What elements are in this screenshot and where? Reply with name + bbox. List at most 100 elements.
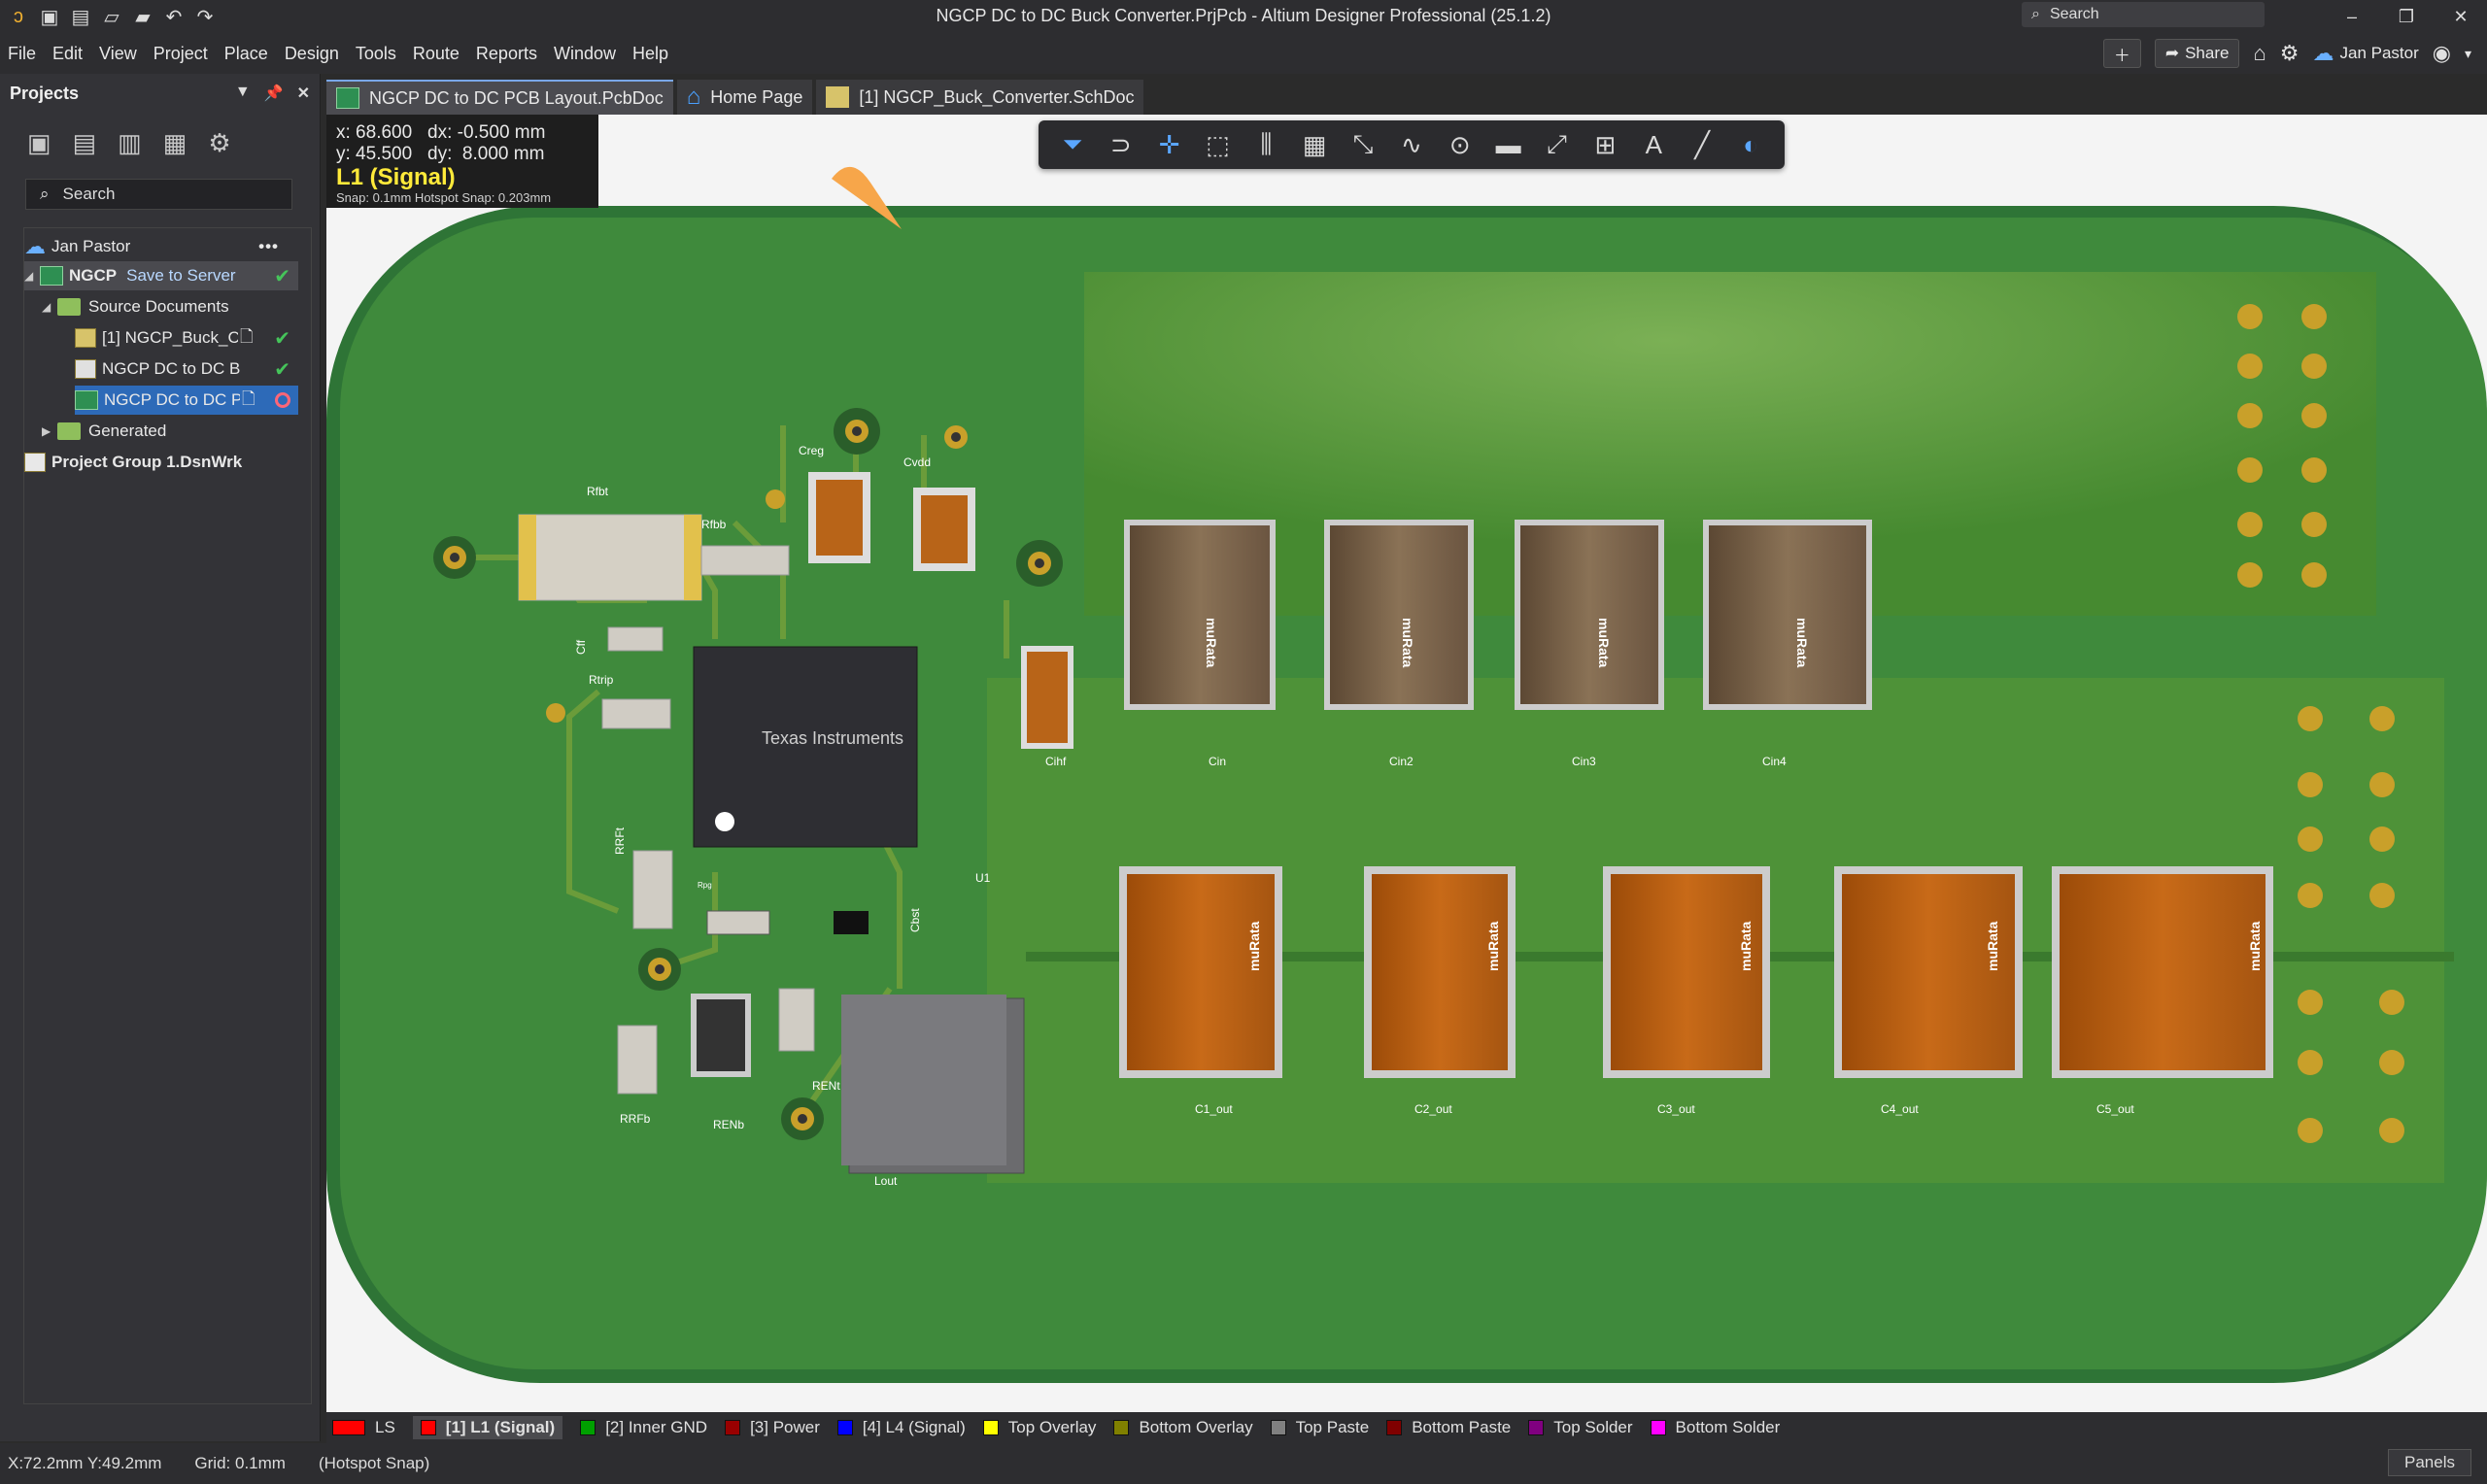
measure-icon[interactable]: ⤢: [1540, 129, 1575, 160]
chevron-down-icon[interactable]: ▾: [2465, 46, 2471, 62]
crosshair-icon[interactable]: ✛: [1152, 130, 1187, 160]
layer-label: [2] Inner GND: [605, 1418, 708, 1436]
open-folder-icon[interactable]: ▥: [118, 128, 142, 158]
layer-label: Top Overlay: [1007, 1418, 1097, 1436]
label-c2-out: C2_out: [1414, 1102, 1452, 1116]
pcb-workspace[interactable]: Texas Instruments muRata muRata muRata m…: [326, 115, 2487, 1412]
new-comment-button[interactable]: ＋: [2102, 39, 2141, 68]
save-icon[interactable]: ▣: [37, 4, 62, 29]
pcb-canvas[interactable]: Texas Instruments muRata muRata muRata m…: [326, 115, 2487, 1412]
tab-layer-top-paste[interactable]: Top Paste: [1270, 1418, 1370, 1437]
home-icon[interactable]: ⌂: [2253, 41, 2266, 66]
save-project-icon[interactable]: ▣: [27, 128, 51, 158]
tab-layer-l1[interactable]: [1] L1 (Signal): [412, 1416, 563, 1439]
tab-layer-inner-gnd[interactable]: [2] Inner GND: [580, 1418, 707, 1437]
project-settings-icon[interactable]: ⚙: [208, 128, 230, 158]
open-project-icon[interactable]: ▰: [130, 4, 155, 29]
minimize-button[interactable]: –: [2330, 0, 2374, 33]
tree-doc-pcb[interactable]: NGCP DC to DC P 🗋: [75, 386, 298, 415]
user-account[interactable]: ☁ Jan Pastor: [2313, 41, 2419, 66]
panel-menu-icon[interactable]: ▼: [235, 84, 251, 103]
undo-icon[interactable]: ↶: [161, 4, 187, 29]
magnet-icon[interactable]: ⊃: [1104, 130, 1139, 160]
open-icon[interactable]: ▱: [99, 4, 124, 29]
cap-brand-c3: muRata: [1738, 921, 1754, 971]
modified-icon: [275, 392, 290, 408]
tree-source-folder[interactable]: ◢ Source Documents: [42, 292, 229, 321]
fill-icon[interactable]: ▬: [1491, 130, 1526, 160]
close-panel-icon[interactable]: ✕: [297, 84, 310, 103]
global-search[interactable]: ⌕ Search: [2022, 2, 2265, 27]
menu-reports[interactable]: Reports: [476, 44, 537, 64]
tree-project[interactable]: ◢ NGCP Save to Server ✔: [24, 261, 298, 290]
menu-file[interactable]: File: [8, 44, 36, 64]
tree-user[interactable]: ☁ Jan Pastor •••: [24, 232, 287, 261]
route-icon[interactable]: ⤡: [1346, 129, 1380, 160]
menu-design[interactable]: Design: [285, 44, 339, 64]
cbst-body: [834, 911, 869, 934]
save-all-project-icon[interactable]: ▤: [73, 128, 97, 158]
tab-layer-power[interactable]: [3] Power: [725, 1418, 820, 1437]
tab-layer-top-overlay[interactable]: Top Overlay: [982, 1418, 1097, 1437]
diff-pair-icon[interactable]: ∿: [1394, 130, 1429, 160]
tab-layer-bottom-overlay[interactable]: Bottom Overlay: [1113, 1418, 1253, 1437]
tab-layer-l4[interactable]: [4] L4 (Signal): [836, 1418, 966, 1437]
rfbb-body: [700, 545, 790, 576]
panels-button[interactable]: Panels: [2388, 1449, 2471, 1476]
dimension-icon[interactable]: ⊞: [1587, 130, 1622, 160]
collapse-icon[interactable]: ◢: [24, 269, 40, 283]
tree-doc-schematic[interactable]: [1] NGCP_Buck_Cc 🗋 ✔: [75, 323, 298, 353]
heads-up-display: x: 68.600 dx: -0.500 mm y: 45.500 dy: 8.…: [326, 115, 598, 208]
redo-icon[interactable]: ↷: [192, 4, 218, 29]
tab-pcb-layout[interactable]: NGCP DC to DC PCB Layout.PcbDoc: [326, 80, 673, 115]
text-icon[interactable]: A: [1636, 130, 1671, 160]
pin1-marker: [715, 812, 734, 831]
tab-layer-top-solder[interactable]: Top Solder: [1528, 1418, 1633, 1437]
tab-schematic[interactable]: [1] NGCP_Buck_Converter.SchDoc: [816, 80, 1144, 115]
tree-doc-bom[interactable]: NGCP DC to DC B ✔: [75, 354, 298, 384]
close-window-button[interactable]: ✕: [2438, 0, 2483, 33]
save-to-server-link[interactable]: Save to Server: [126, 266, 235, 286]
menu-tools[interactable]: Tools: [356, 44, 396, 64]
user-avatar-icon[interactable]: ◉: [2433, 41, 2451, 66]
menu-place[interactable]: Place: [224, 44, 268, 64]
menu-route[interactable]: Route: [413, 44, 460, 64]
expand-icon[interactable]: ▶: [42, 424, 57, 438]
save-all-icon[interactable]: ▤: [68, 4, 93, 29]
label-rrft: RRFt: [613, 826, 627, 855]
3d-body-icon[interactable]: ◐: [1733, 130, 1768, 160]
tab-home-page[interactable]: ⌂ Home Page: [676, 80, 813, 115]
tab-layer-bottom-solder[interactable]: Bottom Solder: [1650, 1418, 1780, 1437]
pcb-icon: [75, 390, 98, 410]
menu-window[interactable]: Window: [554, 44, 616, 64]
pin-icon[interactable]: 📌: [264, 84, 284, 103]
filter-icon[interactable]: ⏷: [1055, 129, 1090, 160]
tree-user-label: Jan Pastor: [51, 237, 131, 255]
layer-swatch: [725, 1420, 741, 1435]
component-icon[interactable]: ▦: [1297, 130, 1332, 160]
via-icon[interactable]: ⊙: [1443, 130, 1478, 160]
menu-edit[interactable]: Edit: [52, 44, 83, 64]
projects-search-input[interactable]: ⌕ Search: [25, 179, 292, 210]
line-icon[interactable]: ╱: [1685, 130, 1720, 160]
user-name: Jan Pastor: [2339, 44, 2419, 62]
restore-button[interactable]: ❐: [2384, 0, 2429, 33]
tree-project-group[interactable]: Project Group 1.DsnWrk: [24, 448, 242, 477]
document-icon: 🗋: [242, 388, 256, 408]
global-search-label: Search: [2049, 6, 2099, 22]
tree-generated-folder[interactable]: ▶ Generated: [42, 417, 166, 446]
cap-brand-cin3: muRata: [1596, 618, 1612, 668]
layer-set-button[interactable]: LS: [332, 1418, 395, 1437]
layer-label: Top Paste: [1295, 1418, 1370, 1436]
align-icon[interactable]: ⫼: [1248, 129, 1283, 160]
tab-layer-bottom-paste[interactable]: Bottom Paste: [1386, 1418, 1511, 1437]
collapse-icon[interactable]: ◢: [42, 300, 57, 314]
select-rect-icon[interactable]: ⬚: [1201, 130, 1236, 160]
menu-help[interactable]: Help: [632, 44, 668, 64]
menu-view[interactable]: View: [99, 44, 137, 64]
more-icon[interactable]: •••: [258, 237, 279, 256]
compile-icon[interactable]: ▦: [163, 128, 187, 158]
gear-icon[interactable]: ⚙: [2280, 41, 2300, 66]
share-button[interactable]: ➦ Share: [2154, 39, 2240, 68]
menu-project[interactable]: Project: [153, 44, 208, 64]
